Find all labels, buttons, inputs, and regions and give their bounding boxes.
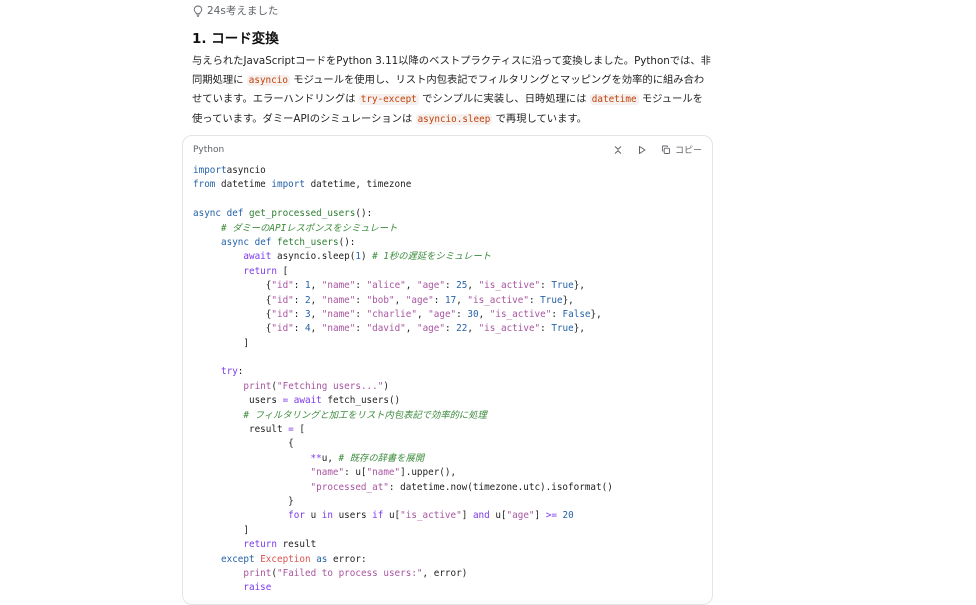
- code-line: async def get_processed_users():: [193, 208, 373, 220]
- explanation-paragraph: 与えられたJavaScriptコードをPython 3.11以降のベストプラクテ…: [192, 52, 712, 130]
- code-line: **u, # 既存の辞書を展開: [310, 452, 425, 464]
- lightbulb-icon: [193, 5, 203, 17]
- code-line: importasyncio: [193, 165, 266, 176]
- code-line: {"id": 4, "name": "david", "age": 22, "i…: [237, 323, 585, 335]
- code-line: {"id": 1, "name": "alice", "age": 25, "i…: [237, 280, 585, 292]
- code-line: raise: [243, 582, 272, 594]
- code-line: print("Failed to process users:", error): [243, 567, 468, 579]
- inline-code: asyncio: [246, 74, 290, 86]
- code-line: print("Fetching users..."): [243, 380, 389, 392]
- code-line: result = [: [237, 424, 305, 436]
- code-content: importasyncio from datetime import dateti…: [193, 164, 613, 596]
- code-line: "processed_at": datetime.now(timezone.ut…: [310, 481, 613, 493]
- code-line: from datetime import datetime, timezone: [193, 179, 412, 191]
- code-line: {: [260, 438, 294, 450]
- code-line: users = await fetch_users(): [237, 395, 401, 407]
- code-line: {"id": 2, "name": "bob", "age": 17, "is_…: [237, 294, 574, 306]
- play-icon: [638, 145, 646, 154]
- code-line: return result: [243, 539, 317, 551]
- code-language-label: Python: [193, 145, 225, 155]
- code-line: # フィルタリングと加工をリスト内包表記で効率的に処理: [243, 409, 487, 421]
- section-heading: 1. コード変換: [192, 31, 279, 47]
- code-line: {"id": 3, "name": "charlie", "age": 30, …: [237, 308, 602, 320]
- code-line: return [: [243, 265, 289, 277]
- code-line: except Exception as error:: [221, 553, 367, 565]
- code-line: try:: [221, 366, 244, 378]
- copy-label: コピー: [674, 146, 702, 156]
- paragraph-text: で再現しています。: [495, 113, 587, 126]
- copy-icon: [661, 145, 670, 154]
- code-toolbar: コピー: [613, 143, 702, 156]
- collapse-icon: [614, 145, 622, 154]
- code-line: await asyncio.sleep(1) # 1秒の遅延をシミュレート: [243, 251, 492, 263]
- run-button[interactable]: [637, 145, 647, 155]
- thought-label: 24s考えました: [207, 5, 279, 17]
- thought-duration[interactable]: 24s考えました: [193, 3, 278, 18]
- paragraph-text: でシンプルに実装し、日時処理には: [422, 93, 587, 106]
- code-line: async def fetch_users():: [221, 236, 356, 248]
- copy-button[interactable]: コピー: [661, 143, 702, 156]
- inline-code: asyncio.sleep: [415, 114, 493, 126]
- code-block: Python コピー importasyncio from datetime im…: [182, 135, 713, 605]
- code-line: ]: [237, 337, 249, 349]
- collapse-button[interactable]: [613, 145, 623, 155]
- code-line: for u in users if u["is_active"] and u["…: [288, 510, 574, 522]
- inline-code: try-except: [358, 94, 419, 106]
- code-line: }: [260, 495, 294, 507]
- code-line: ]: [237, 524, 249, 536]
- inline-code: datetime: [589, 94, 639, 106]
- code-line: # ダミーのAPIレスポンスをシミュレート: [221, 222, 398, 234]
- code-line: "name": u["name"].upper(),: [310, 467, 457, 479]
